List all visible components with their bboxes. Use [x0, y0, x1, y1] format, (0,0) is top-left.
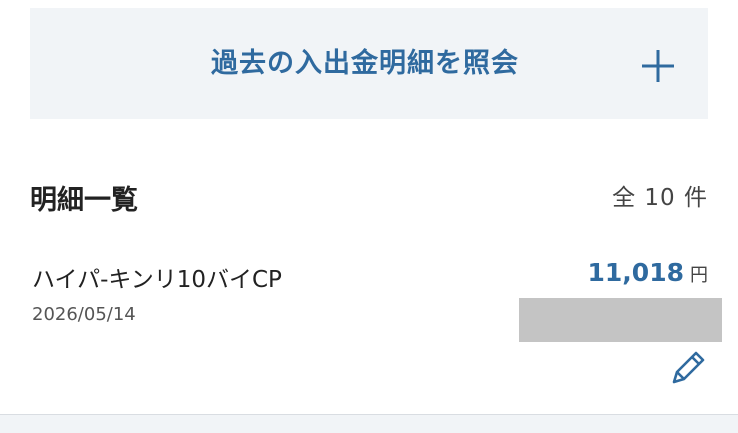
transaction-amount-group: 11,018 円: [588, 258, 708, 287]
transaction-row[interactable]: ハイパ-キンリ10バイCP 2026/05/14 11,018 円: [30, 252, 722, 402]
transaction-description: ハイパ-キンリ10バイCP: [32, 267, 282, 293]
pencil-icon[interactable]: [668, 348, 708, 388]
statement-page: 過去の入出金明細を照会 明細一覧 全 10 件 ハイパ-キンリ10バイCP 20…: [0, 0, 738, 433]
bottom-band: [0, 415, 738, 433]
transaction-date: 2026/05/14: [32, 304, 136, 325]
plus-icon[interactable]: [640, 48, 676, 84]
total-count: 全 10 件: [612, 185, 708, 211]
currency-unit: 円: [690, 265, 708, 286]
past-statement-inquiry-button[interactable]: 過去の入出金明細を照会: [30, 8, 708, 119]
statement-list-title: 明細一覧: [30, 185, 138, 216]
statement-list-header: 明細一覧 全 10 件: [30, 172, 708, 220]
redacted-area: [519, 298, 722, 342]
past-statement-inquiry-label: 過去の入出金明細を照会: [211, 48, 519, 79]
transaction-amount: 11,018: [587, 258, 684, 287]
